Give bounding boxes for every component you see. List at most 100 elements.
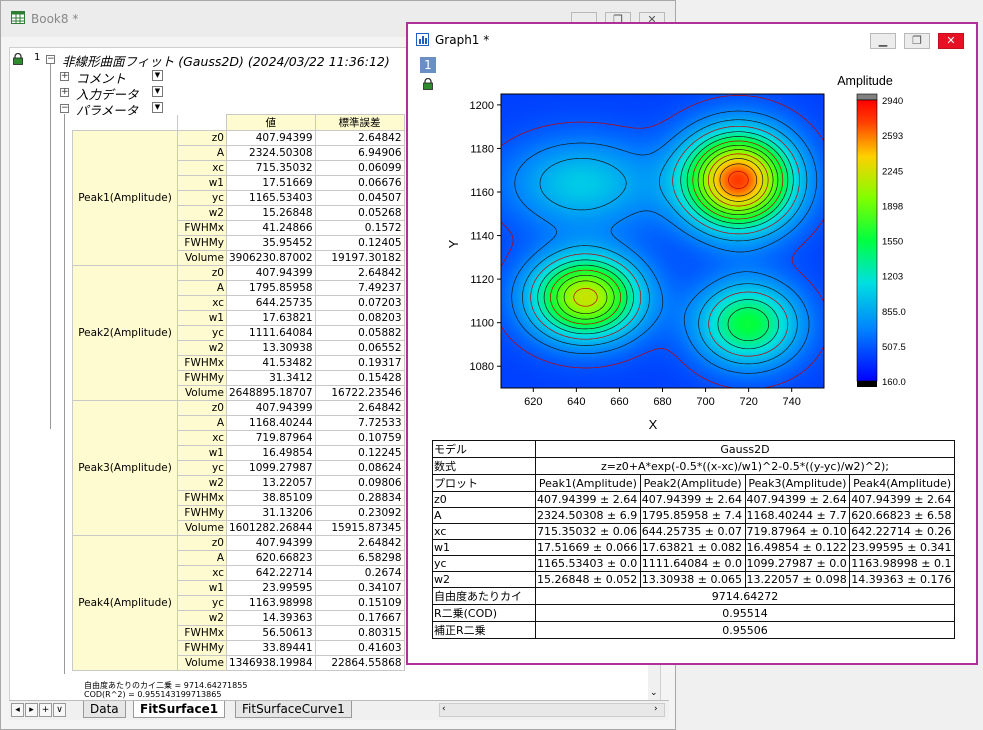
- param-error: 15915.87345: [314, 520, 405, 536]
- results-row-name: w2: [432, 571, 536, 588]
- report-collapse-toggle[interactable]: −: [46, 55, 55, 64]
- param-value: 13.30938: [226, 340, 316, 356]
- lock-icon[interactable]: [12, 52, 24, 65]
- graph-title: Graph1 *: [435, 33, 490, 47]
- param-value: 1601282.26844: [226, 520, 316, 536]
- param-value: 56.50613: [226, 625, 316, 641]
- x-tick-label: 620: [524, 396, 542, 408]
- param-error: 0.41603: [314, 640, 405, 656]
- x-tick-label: 680: [653, 396, 671, 408]
- param-error: 0.06676: [314, 175, 405, 191]
- param-value: 31.3412: [226, 370, 316, 386]
- scroll-right-arrow-icon[interactable]: ›: [654, 704, 658, 714]
- graph-minimize-button[interactable]: ▁: [870, 33, 896, 49]
- r-squared-value: 0.95514: [535, 604, 955, 622]
- results-cell: 644.25735 ± 0.07: [639, 523, 746, 540]
- colorbar-tick-label: 2593: [882, 131, 903, 142]
- prev-sheet-button[interactable]: ▸: [25, 703, 38, 717]
- x-tick-label: 740: [783, 396, 801, 408]
- param-error: 0.06099: [314, 160, 405, 176]
- first-sheet-button[interactable]: ◂: [11, 703, 24, 717]
- parameters-dropdown[interactable]: ▼: [152, 102, 163, 113]
- param-name: FWHMy: [177, 505, 227, 521]
- header-std-error: 標準誤差: [314, 114, 405, 131]
- param-name: FWHMy: [177, 640, 227, 656]
- param-value: 23.99595: [226, 580, 316, 596]
- param-name: A: [177, 280, 227, 296]
- param-value: 2648895.18707: [226, 385, 316, 401]
- graph-close-button[interactable]: ✕: [938, 33, 964, 49]
- results-cell: 17.51669 ± 0.066: [535, 539, 641, 556]
- param-error: 22864.55868: [314, 655, 405, 671]
- plot-label: プロット: [432, 474, 536, 492]
- results-cell: 1165.53403 ± 0.0: [535, 555, 641, 572]
- param-value: 13.22057: [226, 475, 316, 491]
- param-name: z0: [177, 265, 227, 281]
- param-error: 0.05882: [314, 325, 405, 341]
- results-cell: 407.94399 ± 2.64: [744, 491, 851, 508]
- results-row: w2 15.26848 ± 0.052 13.30938 ± 0.065 13.220…: [432, 571, 955, 588]
- input-data-dropdown[interactable]: ▼: [152, 86, 163, 97]
- param-value: 715.35032: [226, 160, 316, 176]
- param-value: 1111.64084: [226, 325, 316, 341]
- param-error: 0.1572: [314, 220, 405, 236]
- peak-group-label: Peak4(Amplitude): [72, 535, 178, 671]
- results-row-name: w1: [432, 539, 536, 556]
- results-cell: 1163.98998 ± 0.1: [849, 555, 955, 572]
- graph-titlebar[interactable]: Graph1 * ▁ ❐ ✕: [408, 24, 976, 54]
- scroll-left-arrow-icon[interactable]: ‹: [442, 704, 446, 714]
- header-value: 値: [226, 114, 316, 131]
- results-row: z0 407.94399 ± 2.64 407.94399 ± 2.64 407.94…: [432, 491, 955, 508]
- param-value: 620.66823: [226, 550, 316, 566]
- param-name: A: [177, 415, 227, 431]
- param-error: 0.08203: [314, 310, 405, 326]
- equation-label: 数式: [432, 457, 536, 475]
- param-value: 35.95452: [226, 235, 316, 251]
- param-value: 407.94399: [226, 400, 316, 416]
- param-error: 7.49237: [314, 280, 405, 296]
- parameters-collapse-toggle[interactable]: −: [60, 104, 69, 113]
- x-axis: 620 640 660 680 700 720 740: [524, 388, 801, 408]
- param-name: Volume: [177, 250, 227, 266]
- param-name: A: [177, 550, 227, 566]
- y-tick-label: 1200: [470, 100, 494, 112]
- colorbar-title: Amplitude: [837, 74, 893, 88]
- results-cell: 1099.27987 ± 0.0: [744, 555, 851, 572]
- param-name: xc: [177, 160, 227, 176]
- param-name: w2: [177, 205, 227, 221]
- param-name: z0: [177, 130, 227, 146]
- colorbar-tick-label: 1898: [882, 201, 903, 212]
- param-error: 0.04507: [314, 190, 405, 206]
- comment-expand-toggle[interactable]: +: [60, 72, 69, 81]
- y-tick-label: 1180: [470, 143, 494, 155]
- results-row: yc 1165.53403 ± 0.0 1111.64084 ± 0.0 1099.2…: [432, 555, 955, 572]
- tab-fitsurface1[interactable]: FitSurface1: [133, 701, 226, 718]
- colorbar-ticks: 2940 2593 2245 1898 1550 1203 855.0 507.5 160.0: [882, 96, 906, 388]
- sheet-list-button[interactable]: ∨: [53, 703, 66, 717]
- row-number: 1: [34, 52, 41, 63]
- results-cell: 719.87964 ± 0.10: [744, 523, 851, 540]
- param-value: 31.13206: [226, 505, 316, 521]
- param-value: 1163.98998: [226, 595, 316, 611]
- param-value: 1795.85958: [226, 280, 316, 296]
- param-error: 0.10759: [314, 430, 405, 446]
- input-data-expand-toggle[interactable]: +: [60, 88, 69, 97]
- comment-dropdown[interactable]: ▼: [152, 70, 163, 81]
- param-row: Peak2(Amplitude) z0 407.94399 2.64842: [72, 265, 405, 401]
- x-tick-label: 720: [739, 396, 757, 408]
- y-tick-label: 1120: [470, 274, 494, 286]
- param-value: 1165.53403: [226, 190, 316, 206]
- param-name: Volume: [177, 385, 227, 401]
- param-name: w2: [177, 340, 227, 356]
- graph-restore-button[interactable]: ❐: [904, 33, 930, 49]
- param-error: 0.34107: [314, 580, 405, 596]
- scroll-down-arrow-icon[interactable]: ⌄: [650, 688, 658, 698]
- adj-r-squared-label: 補正R二乗: [432, 621, 536, 639]
- param-name: yc: [177, 460, 227, 476]
- book-title: Book8 *: [31, 12, 79, 26]
- add-sheet-button[interactable]: +: [39, 703, 52, 717]
- results-cell: 1168.40244 ± 7.7: [744, 507, 851, 524]
- tab-data[interactable]: Data: [83, 701, 126, 718]
- horizontal-scrollbar[interactable]: ‹ ›: [439, 703, 665, 717]
- tab-fitsurfacecurve1[interactable]: FitSurfaceCurve1: [235, 701, 352, 718]
